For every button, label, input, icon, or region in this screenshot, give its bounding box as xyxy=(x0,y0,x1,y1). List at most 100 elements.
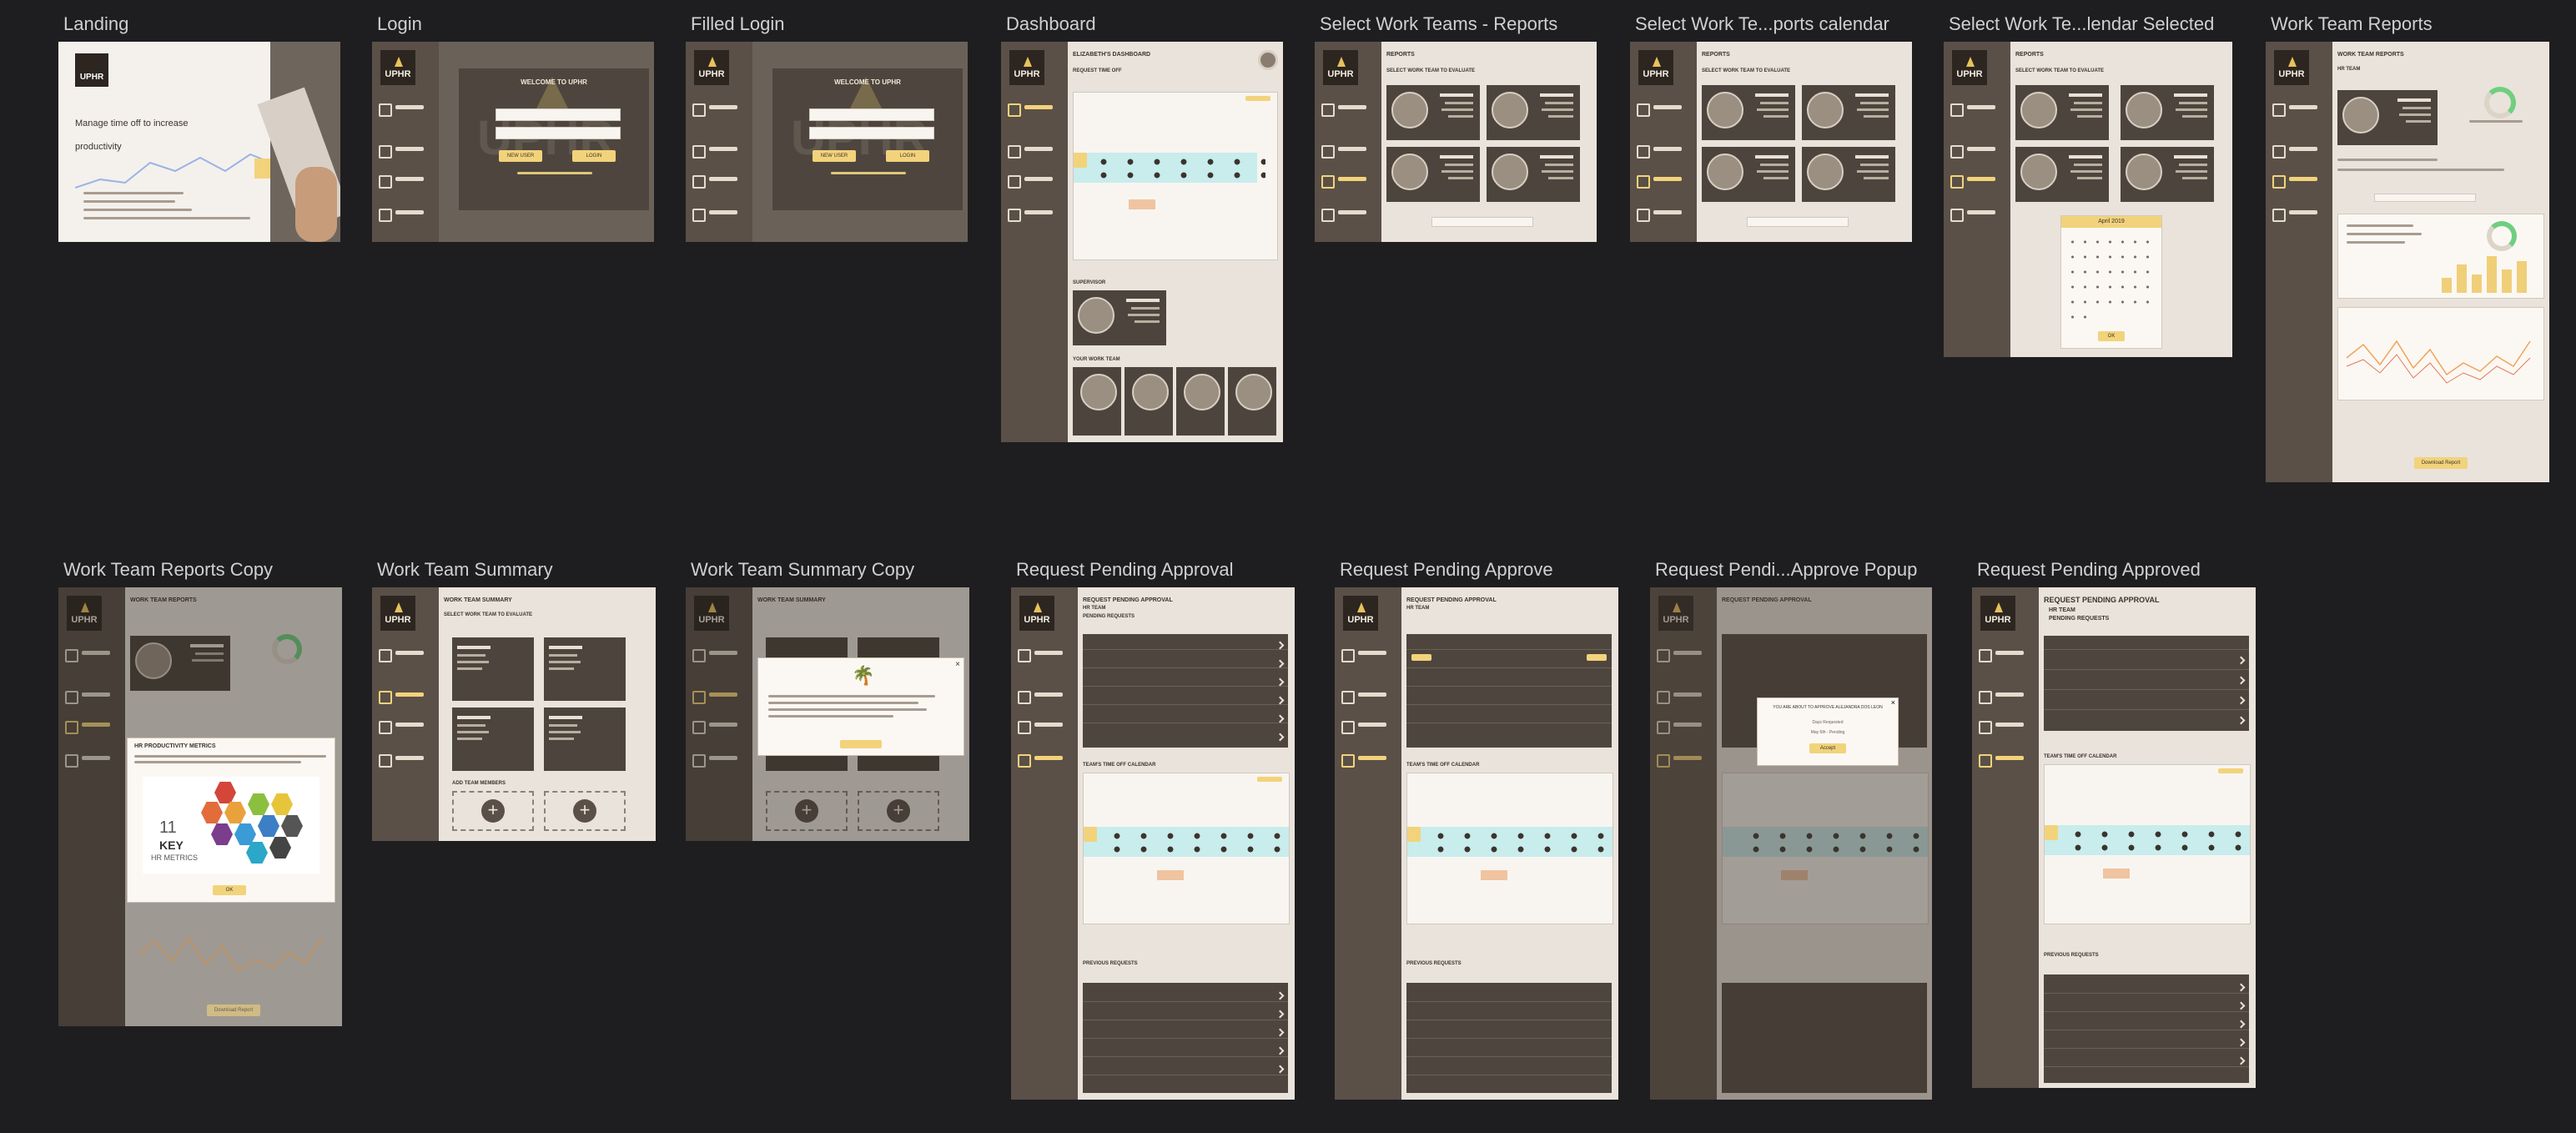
team-member-card[interactable] xyxy=(1124,367,1173,436)
modal-action-button[interactable] xyxy=(840,740,882,748)
team-calendar[interactable] xyxy=(2044,764,2251,924)
frame-title[interactable]: Select Work Te...lendar Selected xyxy=(1949,13,2232,35)
nav-work-team[interactable] xyxy=(1979,689,2029,704)
new-user-button[interactable]: NEW USER xyxy=(813,150,856,162)
nav-pending[interactable] xyxy=(1637,207,1687,222)
manager-card[interactable] xyxy=(2337,90,2438,145)
request-button[interactable] xyxy=(1245,96,1270,101)
frame-title[interactable]: Landing xyxy=(63,13,314,35)
frame-title[interactable]: Work Team Reports xyxy=(2271,13,2554,35)
login-button[interactable]: LOGIN xyxy=(886,150,929,162)
nav-dashboard[interactable] xyxy=(2272,102,2322,117)
nav-pending[interactable] xyxy=(1008,207,1058,222)
username-input[interactable] xyxy=(496,108,621,121)
artboard-calendar-selected[interactable]: UPHR REPORTS SELECT WORK TEAM TO EVALUAT… xyxy=(1944,42,2232,357)
calendar[interactable] xyxy=(1073,92,1278,260)
nav-reports[interactable] xyxy=(1637,174,1687,189)
team-card-production[interactable] xyxy=(2121,85,2214,140)
date-picker[interactable]: April 2019 OK xyxy=(2060,215,2162,349)
team-card-accounting[interactable] xyxy=(1802,147,1895,202)
nav-pending[interactable] xyxy=(1341,753,1391,768)
nav-work-team[interactable] xyxy=(1341,689,1391,704)
team-member-card[interactable] xyxy=(1073,367,1121,436)
period-input[interactable] xyxy=(1747,217,1849,227)
nav-work-team[interactable] xyxy=(379,144,429,159)
nav-dashboard[interactable] xyxy=(1018,647,1068,662)
nav-dashboard[interactable] xyxy=(379,647,429,662)
nav-work-team[interactable] xyxy=(1321,144,1371,159)
avatar[interactable] xyxy=(1258,50,1278,70)
frame-title[interactable]: Work Team Summary Copy xyxy=(691,559,974,581)
plus-icon[interactable]: + xyxy=(573,799,596,823)
artboard-pending-approval[interactable]: UPHR REQUEST PENDING APPROVAL HR TEAM PE… xyxy=(1011,587,1295,1100)
team-member-card[interactable] xyxy=(1228,367,1276,436)
member-summary-card[interactable] xyxy=(452,637,534,701)
nav-pending[interactable] xyxy=(1979,753,2029,768)
deny-button[interactable] xyxy=(1587,654,1607,661)
team-card-marketing[interactable] xyxy=(1702,147,1795,202)
nav-reports[interactable] xyxy=(379,719,429,734)
close-icon[interactable]: × xyxy=(955,660,960,669)
frame-title[interactable]: Filled Login xyxy=(691,13,941,35)
modal-overlay[interactable] xyxy=(1650,587,1932,1100)
ok-button[interactable]: OK xyxy=(2098,331,2125,341)
ok-button[interactable]: OK xyxy=(213,885,246,895)
username-input[interactable] xyxy=(809,108,934,121)
nav-dashboard[interactable] xyxy=(379,102,429,117)
nav-dashboard[interactable] xyxy=(692,102,742,117)
frame-title[interactable]: Work Team Summary xyxy=(377,559,661,581)
artboard-filled-login[interactable]: UPHR WELCOME TO UPHR UPHR NEW USER LOGIN xyxy=(686,42,968,242)
nav-pending[interactable] xyxy=(379,207,429,222)
nav-pending[interactable] xyxy=(692,207,742,222)
nav-dashboard[interactable] xyxy=(1637,102,1687,117)
approve-button[interactable] xyxy=(1411,654,1431,661)
artboard-pending-approved[interactable]: UPHR REQUEST PENDING APPROVAL HR TEAM PE… xyxy=(1972,587,2256,1088)
frame-title[interactable]: Request Pendi...Approve Popup xyxy=(1655,559,1955,581)
nav-dashboard[interactable] xyxy=(1341,647,1391,662)
nav-reports[interactable] xyxy=(1321,174,1371,189)
nav-reports[interactable] xyxy=(1341,719,1391,734)
artboard-select-calendar[interactable]: UPHR REPORTS SELECT WORK TEAM TO EVALUAT… xyxy=(1630,42,1912,242)
download-report-button[interactable]: Download Report xyxy=(2414,457,2468,469)
period-input[interactable] xyxy=(2374,194,2476,202)
artboard-work-team-summary-copy[interactable]: UPHR WORK TEAM SUMMARY + + 🌴 × xyxy=(686,587,969,841)
frame-title[interactable]: Dashboard xyxy=(1006,13,1256,35)
frame-title[interactable]: Request Pending Approve xyxy=(1340,559,1640,581)
frame-title[interactable]: Login xyxy=(377,13,627,35)
close-icon[interactable]: × xyxy=(1891,698,1895,707)
team-card-marketing[interactable] xyxy=(2015,147,2109,202)
nav-reports[interactable] xyxy=(379,174,429,189)
login-button[interactable]: LOGIN xyxy=(572,150,616,162)
nav-dashboard[interactable] xyxy=(1979,647,2029,662)
nav-reports[interactable] xyxy=(1018,719,1068,734)
nav-reports[interactable] xyxy=(2272,174,2322,189)
nav-work-team[interactable] xyxy=(379,689,429,704)
nav-work-team[interactable] xyxy=(1008,144,1058,159)
nav-reports[interactable] xyxy=(1008,174,1058,189)
add-member-slot[interactable]: + xyxy=(452,791,534,831)
member-summary-card[interactable] xyxy=(452,707,534,771)
nav-reports[interactable] xyxy=(692,174,742,189)
team-calendar[interactable] xyxy=(1083,773,1290,924)
nav-work-team[interactable] xyxy=(1637,144,1687,159)
forgot-link[interactable] xyxy=(517,172,592,174)
nav-dashboard[interactable] xyxy=(1321,102,1371,117)
password-input[interactable] xyxy=(809,127,934,139)
password-input[interactable] xyxy=(496,127,621,139)
nav-pending[interactable] xyxy=(379,753,429,768)
artboard-work-team-reports-copy[interactable]: UPHR WORK TEAM REPORTS HR PRODUCTIVITY M… xyxy=(58,587,342,1026)
nav-reports[interactable] xyxy=(1950,174,2000,189)
frame-title[interactable]: Request Pending Approved xyxy=(1977,559,2277,581)
artboard-work-team-reports[interactable]: UPHR WORK TEAM REPORTS HR TEAM Download … xyxy=(2266,42,2549,482)
team-card-accounting[interactable] xyxy=(2121,147,2214,202)
nav-work-team[interactable] xyxy=(1018,689,1068,704)
artboard-login[interactable]: UPHR WELCOME TO UPHR UPHR NEW USER LOGIN xyxy=(372,42,654,242)
member-summary-card[interactable] xyxy=(544,637,626,701)
frame-title[interactable]: Request Pending Approval xyxy=(1016,559,1316,581)
nav-work-team[interactable] xyxy=(692,144,742,159)
frame-title[interactable]: Select Work Te...ports calendar xyxy=(1635,13,1919,35)
team-calendar[interactable] xyxy=(1406,773,1613,924)
team-card-hr[interactable] xyxy=(1702,85,1795,140)
nav-dashboard[interactable] xyxy=(1008,102,1058,117)
nav-reports[interactable] xyxy=(1979,719,2029,734)
